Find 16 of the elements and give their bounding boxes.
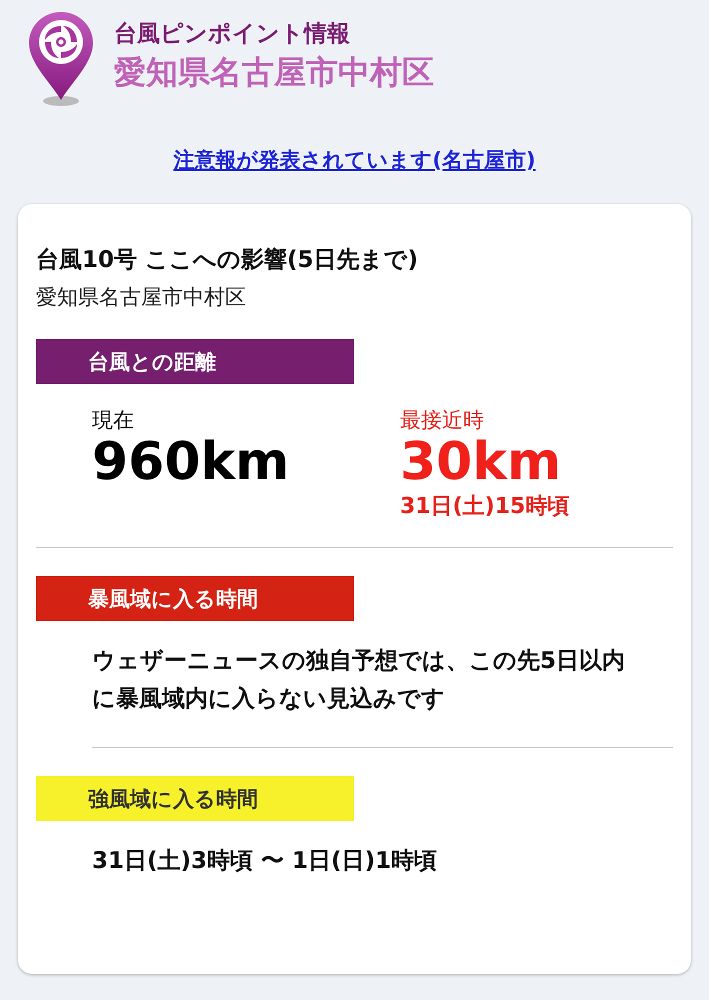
section-heading: 暴風域に入る時間 xyxy=(36,576,354,622)
card-title: 台風10号 ここへの影響(5日先まで) xyxy=(36,246,420,275)
now-label: 現在 xyxy=(92,407,135,434)
section-heading: 強風域に入る時間 xyxy=(36,776,354,822)
section-text: 31日(土)3時頃 〜 1日(日)1時頃 xyxy=(92,847,438,876)
location-name: 愛知県名古屋市中村区 xyxy=(114,52,434,93)
typhoon-pin-icon xyxy=(26,10,96,108)
closest-time: 31日(土)15時頃 xyxy=(400,493,570,522)
section-heading: 台風との距離 xyxy=(36,339,354,384)
closest-distance: 30km xyxy=(400,434,562,492)
card-subtitle: 愛知県名古屋市中村区 xyxy=(36,284,247,311)
now-distance: 960km xyxy=(92,434,290,492)
warning-link[interactable]: 注意報が発表されています(名古屋市) xyxy=(173,146,536,174)
page-title: 台風ピンポイント情報 xyxy=(114,20,351,49)
section-text: ウェザーニュースの独自予想では、この先5日以内に暴風域内に入らない見込みです xyxy=(92,621,673,748)
closest-label: 最接近時 xyxy=(400,407,485,434)
